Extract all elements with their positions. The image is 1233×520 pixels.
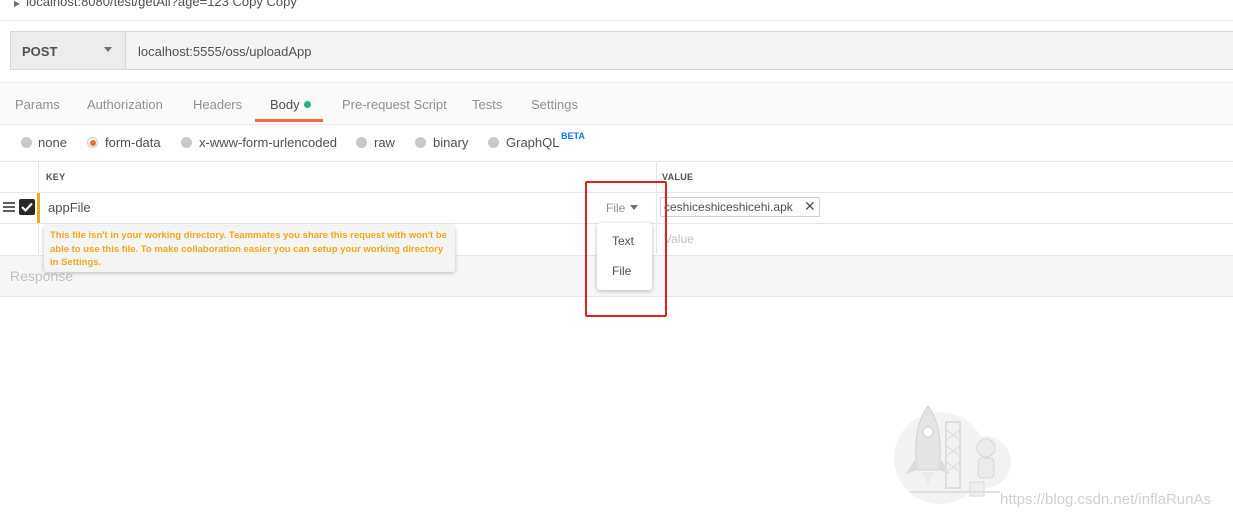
radio-label-graphql[interactable]: GraphQL [506,135,559,150]
checkmark-icon [21,202,33,212]
radio-label-form-data[interactable]: form-data [105,135,161,150]
radio-graphql[interactable] [488,137,499,148]
radio-label-x-www-form-urlencoded[interactable]: x-www-form-urlencoded [199,135,337,150]
tab-params[interactable]: Params [15,97,60,112]
tab-authorization[interactable]: Authorization [87,97,163,112]
radio-label-binary[interactable]: binary [433,135,468,150]
value-input[interactable]: Value [664,232,694,246]
breadcrumb-text: localhost:8080/test/getAll?age=123 Copy … [26,0,297,9]
rocket-illustration-icon [894,405,1011,504]
tab-settings[interactable]: Settings [531,97,578,112]
caret-right-icon: ▶ [14,0,21,8]
tooltip-text: This file isn't in your working director… [50,230,447,268]
method-label: POST [22,44,58,59]
radio-x-www-form-urlencoded[interactable] [181,137,192,148]
value-column-header: VALUE [662,172,694,182]
radio-label-raw[interactable]: raw [374,135,395,150]
radio-form-data[interactable] [87,137,98,148]
status-dot-icon [304,101,311,108]
divider [0,20,1233,21]
close-icon[interactable]: ✕ [804,198,816,215]
request-tabs [0,82,1233,125]
tab-body[interactable]: Body [270,97,300,112]
radio-none[interactable] [21,137,32,148]
radio-label-none[interactable]: none [38,135,67,150]
warning-indicator [37,193,40,223]
annotation-highlight-box [585,181,667,317]
url-input[interactable]: localhost:5555/oss/uploadApp [138,44,311,59]
key-column-header: KEY [46,172,66,182]
tab-headers[interactable]: Headers [193,97,242,112]
key-input[interactable]: appFile [48,200,91,215]
file-name: ceshiceshiceshicehi.apk [664,200,793,214]
radio-raw[interactable] [356,137,367,148]
tab-tests[interactable]: Tests [472,97,502,112]
tab-pre-request-script[interactable]: Pre-request Script [342,97,447,112]
beta-badge: BETA [561,131,585,141]
row-enabled-checkbox[interactable] [19,199,35,215]
divider [0,161,1233,162]
chevron-down-icon [104,47,112,52]
drag-handle-icon[interactable] [3,202,15,212]
active-tab-indicator [255,119,323,122]
watermark: https://blog.csdn.net/inflaRunAs [1000,491,1211,508]
breadcrumb[interactable]: ▶ localhost:8080/test/getAll?age=123 Copy… [14,0,297,9]
radio-binary[interactable] [415,137,426,148]
